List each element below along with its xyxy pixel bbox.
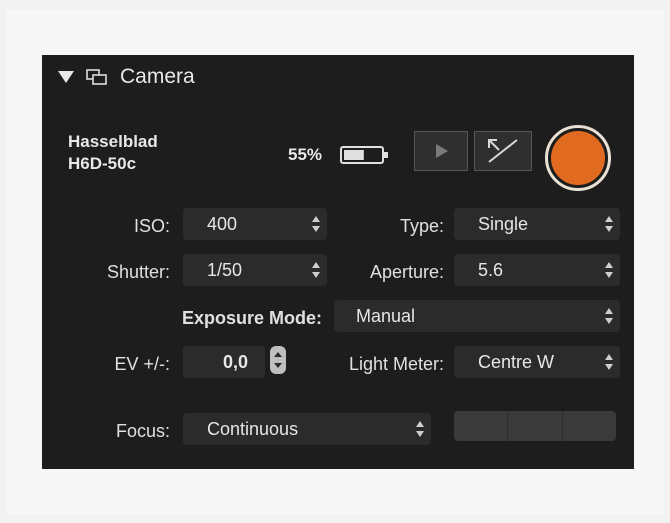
shutter-select[interactable]: 1/50 bbox=[183, 254, 327, 286]
focus-select[interactable]: Continuous bbox=[183, 413, 431, 445]
battery-icon bbox=[340, 145, 390, 165]
exposure-mode-label: Exposure Mode: bbox=[181, 308, 322, 328]
iso-select[interactable]: 400 bbox=[183, 208, 327, 240]
up-down-stepper-icon[interactable] bbox=[311, 261, 321, 279]
up-down-stepper-icon[interactable] bbox=[604, 353, 614, 371]
record-button[interactable] bbox=[545, 125, 611, 191]
light-meter-select[interactable]: Centre W bbox=[454, 346, 620, 378]
panel-title: Camera bbox=[120, 65, 195, 88]
focus-label: Focus: bbox=[115, 421, 170, 441]
play-icon bbox=[436, 144, 448, 158]
up-down-stepper-icon[interactable] bbox=[311, 215, 321, 233]
shutter-value: 1/50 bbox=[207, 260, 243, 280]
up-down-stepper-icon[interactable] bbox=[604, 215, 614, 233]
shutter-label: Shutter: bbox=[106, 262, 170, 282]
camera-model-line2: H6D-50c bbox=[68, 154, 137, 173]
camera-model: Hasselblad H6D-50c bbox=[68, 131, 158, 175]
aperture-select[interactable]: 5.6 bbox=[454, 254, 620, 286]
aperture-value: 5.6 bbox=[478, 260, 504, 280]
window-icon bbox=[86, 69, 108, 85]
light-meter-value: Centre W bbox=[478, 352, 555, 372]
disclosure-triangle-down-icon[interactable] bbox=[58, 71, 74, 83]
camera-model-line1: Hasselblad bbox=[68, 132, 158, 151]
segment bbox=[454, 411, 509, 441]
ev-field[interactable]: 0,0 bbox=[183, 346, 265, 378]
iso-label: ISO: bbox=[133, 216, 170, 236]
exposure-mode-value: Manual bbox=[356, 306, 416, 326]
light-meter-label: Light Meter: bbox=[348, 354, 444, 374]
up-down-stepper-icon[interactable] bbox=[604, 261, 614, 279]
ev-label: EV +/-: bbox=[114, 354, 170, 374]
aperture-label: Aperture: bbox=[369, 262, 444, 282]
camera-panel: Camera Hasselblad H6D-50c 55% ISO: 400 T… bbox=[42, 55, 634, 469]
ev-stepper-icon[interactable] bbox=[270, 346, 286, 374]
segment bbox=[563, 411, 616, 441]
record-icon bbox=[551, 131, 605, 185]
ev-value: 0,0 bbox=[223, 352, 249, 372]
up-down-stepper-icon[interactable] bbox=[604, 307, 614, 325]
battery-percent: 55% bbox=[288, 145, 323, 164]
focus-value: Continuous bbox=[207, 419, 299, 439]
battery-fill bbox=[344, 150, 364, 160]
iso-value: 400 bbox=[207, 214, 238, 234]
type-value: Single bbox=[478, 214, 529, 234]
play-button[interactable] bbox=[414, 131, 468, 171]
type-label: Type: bbox=[399, 216, 444, 236]
up-down-stepper-icon[interactable] bbox=[415, 420, 425, 438]
exposure-mode-select[interactable]: Manual bbox=[334, 300, 620, 332]
focus-segmented-control bbox=[454, 411, 616, 441]
segment bbox=[508, 411, 563, 441]
type-select[interactable]: Single bbox=[454, 208, 620, 240]
expand-button[interactable] bbox=[474, 131, 532, 171]
panel-header[interactable]: Camera bbox=[58, 63, 195, 91]
expand-arrows-icon bbox=[488, 139, 518, 163]
